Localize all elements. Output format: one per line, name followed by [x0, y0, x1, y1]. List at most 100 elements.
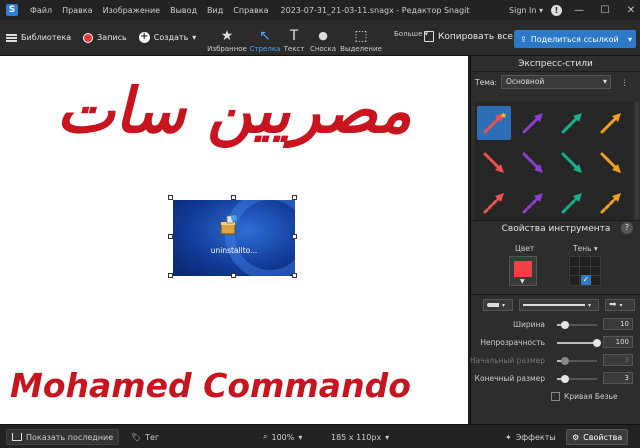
quick-style-9[interactable]: [477, 186, 511, 220]
shadow-cell[interactable]: [590, 266, 600, 276]
resize-handle-w[interactable]: [168, 234, 173, 239]
chevron-down-icon: ▾: [627, 34, 632, 44]
slider-track[interactable]: [557, 339, 601, 347]
zoom-control[interactable]: ⌕ 100% ▾: [258, 429, 307, 445]
styles-scrollbar[interactable]: [635, 102, 639, 222]
tool-callout-label: Сноска: [309, 45, 337, 53]
tool-favorites[interactable]: ★ Избранное: [205, 20, 249, 56]
resize-handle-s[interactable]: [231, 273, 236, 278]
menu-share[interactable]: Вывод: [170, 6, 197, 15]
slider-knob[interactable]: [561, 321, 569, 329]
shadow-cell[interactable]: [570, 266, 580, 276]
tool-properties-header: Свойства инструмента: [471, 220, 640, 236]
slider-row: Начальный размер 3: [470, 354, 640, 368]
tool-strip: ★ Избранное ↖ Стрелка T Текст ● Сноска ⬚…: [205, 20, 383, 56]
quick-style-2[interactable]: [516, 106, 550, 140]
tag-button[interactable]: 🏷 Тег: [126, 429, 164, 445]
library-button[interactable]: Библиотека: [6, 33, 71, 42]
tool-callout[interactable]: ● Сноска: [307, 20, 339, 56]
slider-value-input[interactable]: 100: [603, 336, 633, 348]
menu-edit[interactable]: Правка: [62, 6, 92, 15]
image-canvas[interactable]: مصريين سات uninstallto... Mohamed Comman…: [0, 56, 468, 424]
shadow-cell[interactable]: [570, 276, 580, 285]
quick-style-12[interactable]: [594, 186, 628, 220]
notification-icon[interactable]: !: [551, 4, 562, 16]
resize-handle-nw[interactable]: [168, 195, 173, 200]
arrow-style-icon: [522, 113, 543, 134]
slider-knob[interactable]: [593, 339, 601, 347]
slider-track[interactable]: [557, 375, 597, 383]
quick-style-10[interactable]: [516, 186, 550, 220]
quick-style-4[interactable]: [594, 106, 628, 140]
english-title-text[interactable]: Mohamed Commando: [10, 366, 460, 405]
bezier-checkbox-row[interactable]: Кривая Безье: [551, 392, 618, 401]
selection-icon: ⬚: [354, 28, 368, 44]
resize-handle-e[interactable]: [292, 234, 297, 239]
shadow-cell[interactable]: [570, 257, 580, 266]
chevron-down-icon: ▾: [385, 432, 390, 442]
resize-handle-sw[interactable]: [168, 273, 173, 278]
slider-knob[interactable]: [561, 357, 569, 365]
embedded-screenshot[interactable]: uninstallto...: [173, 200, 295, 276]
quick-style-8[interactable]: [594, 146, 628, 180]
slider-value-input[interactable]: 3: [603, 372, 633, 384]
slider-label: Начальный размер: [470, 356, 545, 365]
quick-style-6[interactable]: [516, 146, 550, 180]
slider-track[interactable]: [557, 357, 597, 365]
shadow-cell[interactable]: [580, 257, 590, 266]
quick-style-3[interactable]: [555, 106, 589, 140]
slider-value-input[interactable]: 3: [603, 354, 633, 366]
quick-style-11[interactable]: [555, 186, 589, 220]
tool-text[interactable]: T Текст: [281, 20, 307, 56]
line-style-dropdown[interactable]: ▾: [519, 299, 599, 311]
arrow-end-dropdown[interactable]: ➡ ▾: [605, 299, 635, 311]
menu-image[interactable]: Изображение: [103, 6, 161, 15]
quick-style-7[interactable]: [555, 146, 589, 180]
tool-arrow[interactable]: ↖ Стрелка: [249, 20, 281, 56]
shadow-cell[interactable]: [590, 276, 600, 285]
divider: [471, 294, 640, 295]
sign-in-label: Sign In: [509, 5, 537, 15]
sign-in-button[interactable]: Sign In ▾: [509, 6, 543, 15]
shadow-label-text: Тень: [573, 244, 592, 253]
arabic-title-text[interactable]: مصريين سات: [4, 80, 464, 142]
share-label: Поделиться ссылкой: [530, 34, 619, 44]
help-icon[interactable]: ?: [621, 222, 633, 234]
arrow-style-icon: [483, 193, 504, 214]
effects-label: Эффекты: [515, 432, 556, 442]
callout-icon: ●: [318, 29, 328, 42]
color-picker[interactable]: ▼: [509, 256, 537, 286]
arrow-start-dropdown[interactable]: ▾: [483, 299, 513, 311]
resize-handle-ne[interactable]: [292, 195, 297, 200]
shadow-cell[interactable]: [590, 257, 600, 266]
menu-view[interactable]: Вид: [207, 6, 223, 15]
menu-file[interactable]: Файл: [30, 6, 52, 15]
copy-all-button[interactable]: Копировать все: [424, 31, 513, 42]
share-link-button[interactable]: ⇪ Поделиться ссылкой ▾: [514, 30, 636, 48]
slider-track[interactable]: [557, 321, 597, 329]
bezier-checkbox[interactable]: [551, 392, 560, 401]
close-button[interactable]: ✕: [622, 5, 640, 16]
quick-style-5[interactable]: [477, 146, 511, 180]
copy-all-label: Копировать все: [438, 31, 513, 42]
theme-dropdown[interactable]: Основной: [500, 75, 611, 89]
show-recent-button[interactable]: Показать последние: [6, 429, 120, 445]
menu-help[interactable]: Справка: [233, 6, 268, 15]
slider-value-input[interactable]: 10: [603, 318, 633, 330]
quick-style-1[interactable]: ★: [477, 106, 511, 140]
resize-handle-se[interactable]: [292, 273, 297, 278]
hamburger-icon: [6, 33, 17, 42]
tool-selection[interactable]: ⬚ Выделение: [339, 20, 383, 56]
bezier-label: Кривая Безье: [564, 392, 618, 401]
slider-knob[interactable]: [561, 375, 569, 383]
resize-handle-n[interactable]: [231, 195, 236, 200]
properties-button[interactable]: ⚙ Свойства: [566, 429, 629, 445]
create-button[interactable]: + Создать ▾: [138, 32, 196, 43]
maximize-button[interactable]: ☐: [596, 5, 614, 16]
theme-value: Основной: [505, 77, 545, 86]
more-options-icon[interactable]: ⋮: [621, 78, 629, 87]
record-button[interactable]: Запись: [83, 32, 127, 43]
image-size-control[interactable]: 185 x 110px ▾: [326, 429, 394, 445]
minimize-button[interactable]: —: [570, 5, 588, 16]
effects-button[interactable]: ✦ Эффекты: [500, 429, 561, 445]
